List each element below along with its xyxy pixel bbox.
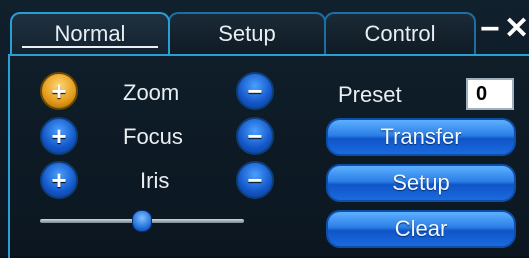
focus-in-button[interactable]: + xyxy=(40,117,78,155)
focus-out-button[interactable]: − xyxy=(236,117,274,155)
tab-bar: Normal Setup Control − ✕ xyxy=(0,0,529,56)
minus-icon: − xyxy=(247,121,263,151)
tab-normal-label: Normal xyxy=(54,21,126,46)
ptz-control-panel: Normal Setup Control − ✕ + Zoom − + Focu… xyxy=(0,0,529,258)
tab-underline xyxy=(22,46,158,48)
plus-icon: + xyxy=(51,165,67,195)
plus-icon: + xyxy=(51,76,67,106)
tab-control-label: Control xyxy=(364,21,436,46)
iris-label: Iris xyxy=(140,168,170,193)
tab-setup[interactable]: Setup xyxy=(168,12,326,54)
zoom-out-button[interactable]: − xyxy=(236,72,274,110)
minus-icon: − xyxy=(247,165,263,195)
iris-close-button[interactable]: − xyxy=(236,161,274,199)
minus-icon: − xyxy=(247,76,263,106)
transfer-button[interactable]: Transfer xyxy=(326,118,516,156)
tab-control[interactable]: Control xyxy=(324,12,476,54)
minimize-icon[interactable]: − xyxy=(480,12,506,46)
tab-setup-label: Setup xyxy=(218,21,276,46)
close-icon[interactable]: ✕ xyxy=(504,14,529,44)
focus-label: Focus xyxy=(123,124,183,149)
preset-label: Preset xyxy=(338,82,402,107)
preset-input[interactable]: 0 xyxy=(466,78,514,110)
zoom-label: Zoom xyxy=(123,80,180,105)
setup-button[interactable]: Setup xyxy=(326,164,516,202)
clear-button[interactable]: Clear xyxy=(326,210,516,248)
zoom-in-button[interactable]: + xyxy=(40,72,78,110)
speed-slider-handle[interactable] xyxy=(132,210,152,232)
iris-open-button[interactable]: + xyxy=(40,161,78,199)
tab-normal[interactable]: Normal xyxy=(10,12,170,54)
plus-icon: + xyxy=(51,121,67,151)
